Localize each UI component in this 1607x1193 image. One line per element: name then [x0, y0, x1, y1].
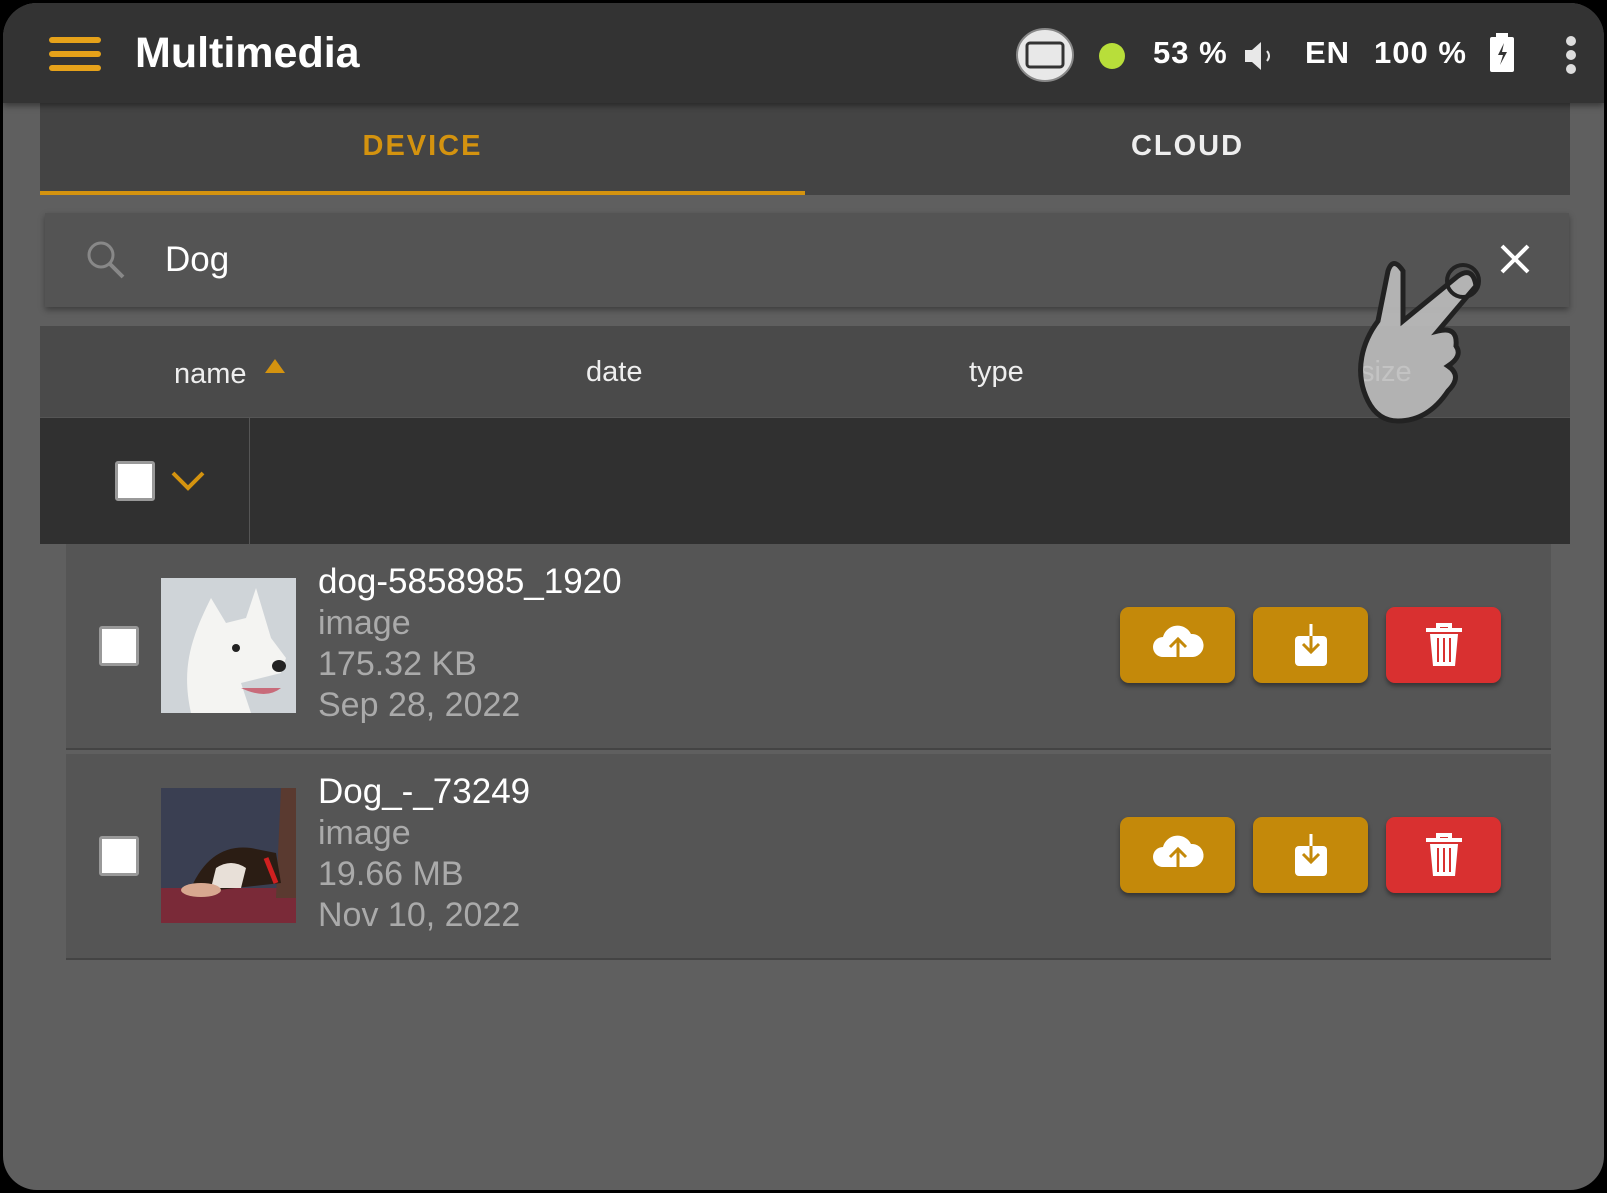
item-date: Sep 28, 2022	[318, 686, 521, 724]
divider	[249, 418, 250, 545]
item-size: 19.66 MB	[318, 855, 464, 893]
chevron-down-icon[interactable]	[170, 470, 206, 492]
tab-cloud[interactable]: CLOUD	[805, 103, 1570, 195]
download-button[interactable]	[1253, 817, 1368, 893]
search-bar	[45, 213, 1569, 307]
tap-gesture-hand-icon	[1358, 261, 1481, 424]
hamburger-menu-icon[interactable]	[49, 37, 101, 73]
thumbnail-image	[161, 578, 296, 713]
item-checkbox[interactable]	[99, 836, 139, 876]
table-header: name date type size	[40, 326, 1570, 417]
wifi-status-dot-icon	[1099, 43, 1125, 69]
column-header-date[interactable]: date	[586, 356, 642, 389]
delete-button[interactable]	[1386, 817, 1501, 893]
column-header-type[interactable]: type	[969, 356, 1024, 389]
cloud-upload-icon	[1152, 835, 1204, 875]
upload-button[interactable]	[1120, 817, 1235, 893]
item-name: dog-5858985_1920	[318, 562, 622, 601]
search-icon	[87, 241, 125, 279]
item-checkbox[interactable]	[99, 626, 139, 666]
list-item[interactable]: dog-5858985_1920 image 175.32 KB Sep 28,…	[66, 544, 1551, 750]
upload-button[interactable]	[1120, 607, 1235, 683]
download-icon	[1294, 624, 1327, 666]
signal-percent: 53 %	[1153, 35, 1228, 70]
download-icon	[1294, 834, 1327, 876]
app-title: Multimedia	[135, 29, 360, 77]
battery-percent: 100 %	[1374, 35, 1467, 70]
delete-button[interactable]	[1386, 607, 1501, 683]
column-header-name[interactable]: name	[174, 358, 247, 391]
cloud-upload-icon	[1152, 625, 1204, 665]
more-options-icon[interactable]	[1563, 35, 1579, 77]
volume-icon[interactable]	[1243, 39, 1277, 73]
item-type: image	[318, 814, 411, 852]
list-item[interactable]: Dog_-_73249 image 19.66 MB Nov 10, 2022	[66, 754, 1551, 960]
search-input[interactable]	[165, 233, 1415, 287]
select-all-checkbox[interactable]	[115, 461, 155, 501]
item-type: image	[318, 604, 411, 642]
download-button[interactable]	[1253, 607, 1368, 683]
item-date: Nov 10, 2022	[318, 896, 521, 934]
battery-charging-icon	[1490, 33, 1514, 72]
item-name: Dog_-_73249	[318, 772, 531, 811]
selection-row	[40, 417, 1570, 545]
trash-icon	[1425, 623, 1462, 666]
top-bar: Multimedia 53 % EN 100 %	[3, 3, 1604, 103]
trash-icon	[1425, 833, 1462, 876]
sort-ascending-icon	[265, 359, 285, 373]
tab-bar: DEVICE CLOUD	[40, 103, 1570, 195]
app-window: Multimedia 53 % EN 100 % DEVICE CLOUD na…	[3, 3, 1604, 1190]
tab-device[interactable]: DEVICE	[40, 103, 805, 195]
thumbnail-image	[161, 788, 296, 923]
language-indicator[interactable]: EN	[1305, 35, 1350, 71]
item-size: 175.32 KB	[318, 645, 477, 683]
screen-mode-icon[interactable]	[1015, 27, 1075, 83]
